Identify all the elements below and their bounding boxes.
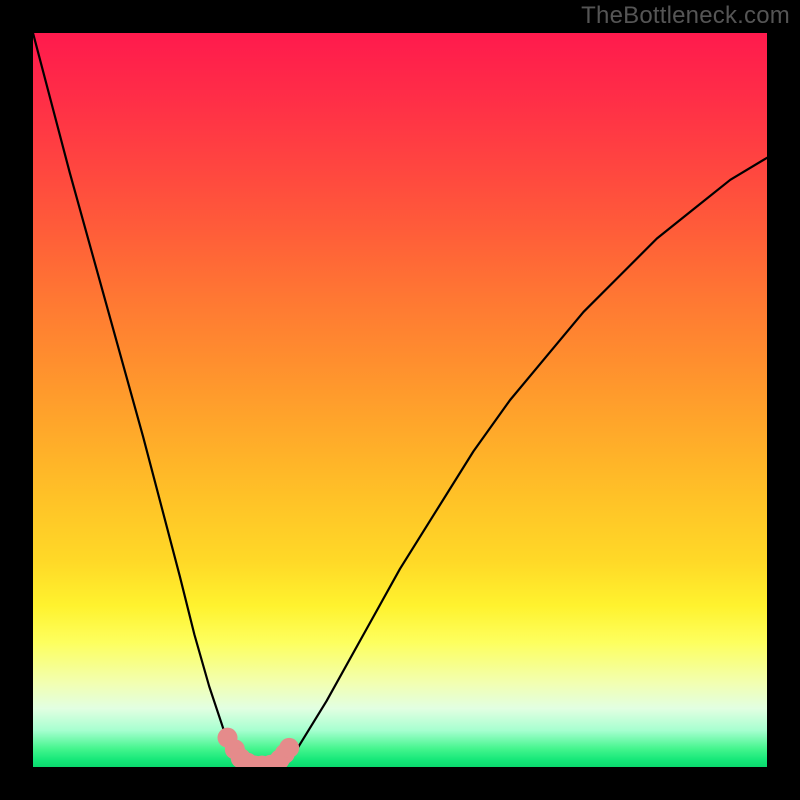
chart-frame: TheBottleneck.com	[0, 0, 800, 800]
marker-layer	[218, 728, 300, 767]
marker-dot	[279, 738, 299, 758]
chart-svg	[33, 33, 767, 767]
bottleneck-curve	[33, 33, 767, 767]
curve-layer	[33, 33, 767, 767]
plot-area	[33, 33, 767, 767]
watermark-text: TheBottleneck.com	[581, 2, 790, 30]
